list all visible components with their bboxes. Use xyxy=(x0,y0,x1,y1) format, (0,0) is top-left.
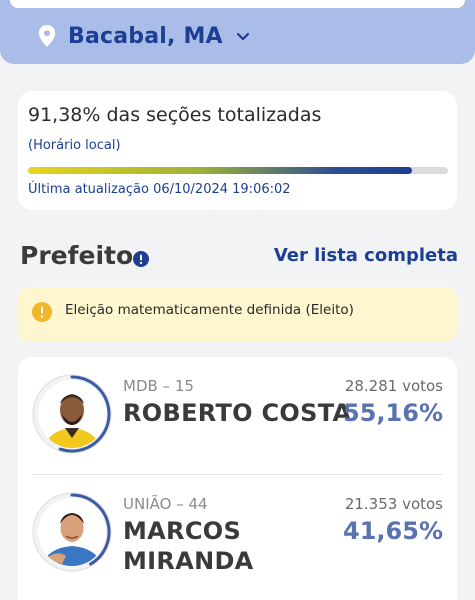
chevron-down-icon xyxy=(236,32,249,41)
candidate-name: ROBERTO COSTA xyxy=(123,399,352,427)
election-notice: Eleição matematicamente definida (Eleito… xyxy=(18,287,457,342)
totalization-progress-bar xyxy=(28,167,448,174)
results-card: MDB – 15 ROBERTO COSTA 28.281 votos 55,1… xyxy=(18,357,457,600)
candidate-party: UNIÃO – 44 xyxy=(123,495,208,513)
section-header: Prefeito Ver lista completa xyxy=(20,241,460,275)
candidate-votes: 21.353 votos xyxy=(344,495,443,513)
candidate-name: MARCOS MIRANDA xyxy=(123,517,254,575)
local-time-note: (Horário local) xyxy=(28,138,121,153)
candidate-votes: 28.281 votos xyxy=(344,377,443,395)
location-pin-icon xyxy=(38,25,56,47)
info-icon[interactable] xyxy=(133,251,149,267)
row-divider xyxy=(32,474,443,475)
last-update: Última atualização 06/10/2024 19:06:02 xyxy=(28,182,291,197)
candidate-percentage: 55,16% xyxy=(343,399,443,427)
location-selector[interactable]: Bacabal, MA xyxy=(38,20,251,52)
totalization-card: 91,38% das seções totalizadas (Horário l… xyxy=(18,91,457,210)
candidate-avatar xyxy=(32,492,112,572)
sections-totalized: 91,38% das seções totalizadas xyxy=(28,104,322,126)
candidate-percentage: 41,65% xyxy=(343,517,443,545)
city-name: Bacabal, MA xyxy=(68,23,223,49)
section-title: Prefeito xyxy=(20,241,134,270)
candidate-party: MDB – 15 xyxy=(123,377,194,395)
warning-icon xyxy=(32,302,52,322)
header-strip xyxy=(10,0,465,8)
candidate-avatar xyxy=(32,374,112,454)
location-banner: Bacabal, MA xyxy=(0,0,475,64)
full-list-link[interactable]: Ver lista completa xyxy=(274,245,458,266)
progress-fill xyxy=(28,167,412,174)
notice-text: Eleição matematicamente definida (Eleito… xyxy=(65,302,354,318)
